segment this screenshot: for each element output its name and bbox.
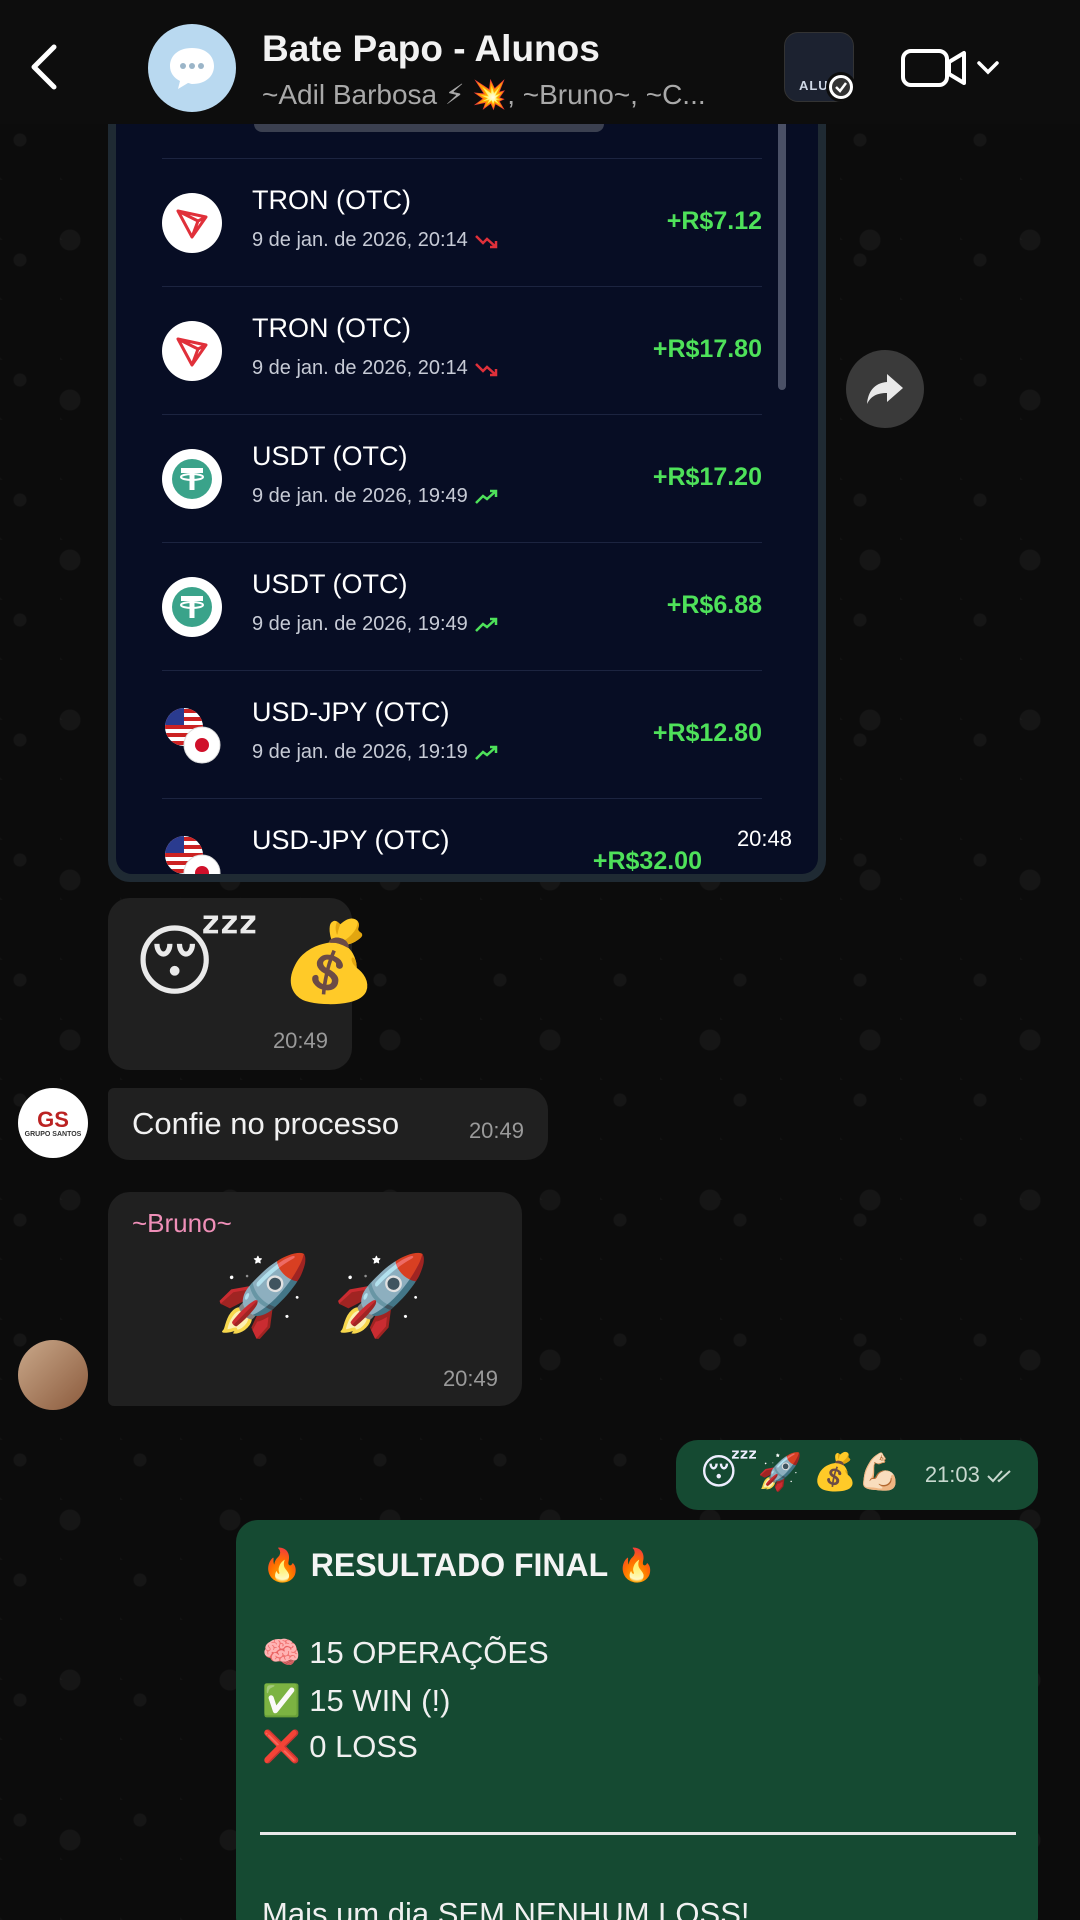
double-check-icon: [987, 1470, 1011, 1483]
trade-name: USDT (OTC): [252, 569, 408, 599]
divider: [260, 1832, 1016, 1835]
trade-date: 9 de jan. de 2026, 20:14: [252, 229, 498, 252]
trend-up-icon: [474, 617, 497, 632]
trade-name: TRON (OTC): [252, 313, 411, 343]
trade-row: USD-JPY (OTC) 9 de jan. de 2026, 19:19 +…: [162, 670, 762, 798]
text-message[interactable]: Confie no processo 20:49: [108, 1088, 548, 1160]
chevron-down-icon: [977, 61, 999, 75]
back-button[interactable]: [24, 40, 64, 94]
result-wins: ✅ 15 WIN (!): [262, 1683, 451, 1718]
back-chevron-icon: [31, 44, 57, 90]
outgoing-emoji-message[interactable]: 😴🚀 💰💪🏻 21:03: [676, 1440, 1038, 1510]
sender-emoji-message[interactable]: ~Bruno~ 🚀 🚀 20:49: [108, 1192, 522, 1406]
trade-amount: +R$6.88: [666, 591, 762, 619]
video-call-button[interactable]: [900, 40, 1004, 96]
message-time: 20:48: [736, 826, 792, 851]
result-operations: 🧠 15 OPERAÇÕES: [262, 1635, 549, 1670]
trade-row: USDT (OTC) 9 de jan. de 2026, 19:49 +R$6…: [162, 542, 762, 670]
trades-screenshot: TRON (OTC) 9 de jan. de 2026, 20:14 +R$7…: [116, 100, 818, 874]
trend-down-icon: [474, 234, 497, 248]
trade-row: USD-JPY (OTC) +R$32.00: [162, 798, 762, 874]
emoji-message[interactable]: 😴 💰 20:49: [108, 898, 378, 1070]
trend-up-icon: [474, 489, 497, 504]
trade-date: 9 de jan. de 2026, 19:49: [252, 613, 498, 636]
message-meta: 21:03: [925, 1462, 1016, 1488]
trend-down-icon: [474, 362, 497, 376]
message-time: 20:49: [468, 1118, 524, 1143]
chat-title: Bate Papo - Alunos: [262, 28, 600, 69]
usd-jpy-flag-icon: [162, 833, 222, 874]
result-title: 🔥 RESULTADO FINAL 🔥: [262, 1547, 657, 1583]
trade-date: 9 de jan. de 2026, 20:14: [252, 357, 498, 380]
sender-avatar[interactable]: GS GRUPO SANTOS: [18, 1088, 88, 1158]
trade-amount: +R$17.20: [652, 463, 762, 491]
trade-amount: +R$12.80: [652, 719, 762, 747]
sender-avatar[interactable]: [18, 1340, 88, 1410]
video-camera-icon: [901, 49, 966, 87]
chat-bubble-icon: [170, 48, 214, 89]
forward-button[interactable]: [846, 350, 924, 428]
trade-name: USD-JPY (OTC): [252, 825, 450, 855]
message-time: 21:03: [924, 1462, 980, 1487]
result-losses: ❌ 0 LOSS: [262, 1729, 418, 1764]
tether-icon: [162, 577, 222, 637]
tether-icon: [162, 449, 222, 509]
trade-row: USDT (OTC) 9 de jan. de 2026, 19:49 +R$1…: [162, 414, 762, 542]
message-time: 20:49: [442, 1366, 498, 1391]
verified-check-icon: [826, 72, 856, 102]
outgoing-result-message[interactable]: 🔥 RESULTADO FINAL 🔥 🧠 15 OPERAÇÕES ✅ 15 …: [236, 1520, 1038, 1920]
trend-up-icon: [474, 745, 497, 760]
message-text: Confie no processo: [132, 1106, 400, 1141]
group-avatar[interactable]: [148, 24, 236, 112]
image-message[interactable]: TRON (OTC) 9 de jan. de 2026, 20:14 +R$7…: [108, 100, 826, 882]
tron-icon: [162, 321, 222, 381]
usd-jpy-flag-icon: [162, 705, 222, 765]
emoji-content: 🚀 🚀: [214, 1251, 430, 1339]
trade-date: 9 de jan. de 2026, 19:19: [252, 741, 498, 764]
trade-amount: +R$32.00: [592, 847, 702, 874]
trade-date: 9 de jan. de 2026, 19:49: [252, 485, 498, 508]
avatar-logo-subtext: GRUPO SANTOS: [24, 1130, 82, 1138]
avatar-logo-text: GS: [37, 1106, 69, 1132]
trade-name: TRON (OTC): [252, 185, 411, 215]
trade-name: USDT (OTC): [252, 441, 408, 471]
trade-amount: +R$17.80: [652, 335, 762, 363]
sender-name[interactable]: ~Bruno~: [132, 1208, 232, 1239]
message-time: 20:49: [272, 1028, 328, 1053]
trade-name: USD-JPY (OTC): [252, 697, 450, 727]
chat-participants: ~Adil Barbosa ⚡ 💥, ~Bruno~, ~C...: [262, 79, 706, 110]
forward-icon: [867, 374, 903, 404]
screenshot-scrollbar: [778, 100, 786, 390]
trade-amount: +R$7.12: [666, 207, 762, 235]
chat-title-block[interactable]: Bate Papo - Alunos ~Adil Barbosa ⚡ 💥, ~B…: [262, 28, 762, 111]
trade-row: TRON (OTC) 9 de jan. de 2026, 20:14 +R$1…: [162, 286, 762, 414]
tron-icon: [162, 193, 222, 253]
result-footer-text: Mais um dia SEM NENHUM LOSS!: [262, 1896, 750, 1920]
emoji-content: 😴🚀 💰💪🏻: [700, 1451, 903, 1492]
emoji-content: 😴 💰: [134, 917, 378, 1005]
trade-row: TRON (OTC) 9 de jan. de 2026, 20:14 +R$7…: [162, 158, 762, 286]
chat-header: Bate Papo - Alunos ~Adil Barbosa ⚡ 💥, ~B…: [0, 0, 1080, 124]
